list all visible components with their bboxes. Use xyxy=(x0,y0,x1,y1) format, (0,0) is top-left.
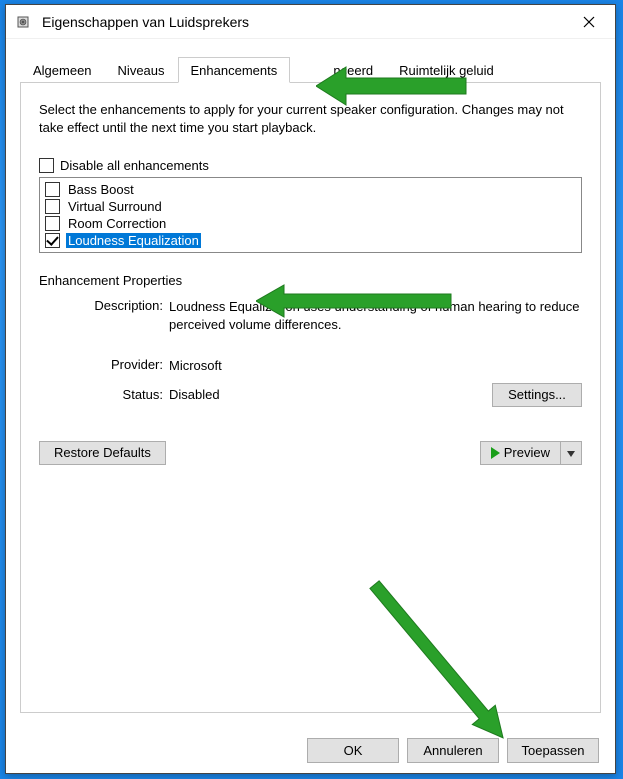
status-value: Disabled xyxy=(169,387,220,402)
list-item[interactable]: Bass Boost xyxy=(43,181,578,198)
provider-value: Microsoft xyxy=(169,357,582,375)
ok-button[interactable]: OK xyxy=(307,738,399,763)
close-icon xyxy=(583,16,595,28)
list-item[interactable]: Loudness Equalization xyxy=(43,232,578,249)
speaker-icon xyxy=(16,13,34,31)
disable-all-label: Disable all enhancements xyxy=(60,158,209,173)
tab-spatial[interactable]: Ruimtelijk geluid xyxy=(386,57,507,82)
intro-text: Select the enhancements to apply for you… xyxy=(39,101,582,136)
disable-all-row: Disable all enhancements xyxy=(39,158,582,173)
item-checkbox[interactable] xyxy=(45,182,60,197)
tab-general[interactable]: Algemeen xyxy=(20,57,105,82)
item-label: Loudness Equalization xyxy=(66,233,201,248)
restore-defaults-button[interactable]: Restore Defaults xyxy=(39,441,166,465)
window-title: Eigenschappen van Luidsprekers xyxy=(42,14,569,30)
preview-button[interactable]: Preview xyxy=(480,441,561,465)
description-value: Loudness Equalization uses understanding… xyxy=(169,298,582,333)
tab-panel-enhancements: Select the enhancements to apply for you… xyxy=(20,83,601,713)
status-row: Status: Disabled Settings... xyxy=(39,383,582,407)
content-area: Algemeen Niveaus Enhancements Gnceerd Ru… xyxy=(6,39,615,717)
tab-levels[interactable]: Niveaus xyxy=(105,57,178,82)
item-label: Bass Boost xyxy=(66,182,136,197)
item-label: Virtual Surround xyxy=(66,199,164,214)
tab-advanced[interactable]: Gnceerd xyxy=(310,57,386,82)
settings-button[interactable]: Settings... xyxy=(492,383,582,407)
disable-all-checkbox[interactable] xyxy=(39,158,54,173)
preview-split-button: Preview xyxy=(480,441,582,465)
restore-preview-row: Restore Defaults Preview xyxy=(39,441,582,465)
properties-heading: Enhancement Properties xyxy=(39,273,582,288)
list-item[interactable]: Virtual Surround xyxy=(43,198,578,215)
description-row: Description: Loudness Equalization uses … xyxy=(39,298,582,333)
dialog-button-bar: OK Annuleren Toepassen xyxy=(307,738,599,763)
item-checkbox[interactable] xyxy=(45,233,60,248)
item-checkbox[interactable] xyxy=(45,199,60,214)
provider-label: Provider: xyxy=(39,357,169,375)
tab-enhancements[interactable]: Enhancements xyxy=(178,57,291,83)
item-label: Room Correction xyxy=(66,216,168,231)
properties-window: Eigenschappen van Luidsprekers Algemeen … xyxy=(5,4,616,774)
enhancements-list[interactable]: Bass Boost Virtual Surround Room Correct… xyxy=(39,177,582,253)
apply-button[interactable]: Toepassen xyxy=(507,738,599,763)
list-item[interactable]: Room Correction xyxy=(43,215,578,232)
play-icon xyxy=(491,447,500,459)
close-button[interactable] xyxy=(569,7,609,37)
description-label: Description: xyxy=(39,298,169,333)
status-label: Status: xyxy=(39,387,169,402)
preview-label: Preview xyxy=(504,445,550,460)
titlebar: Eigenschappen van Luidsprekers xyxy=(6,5,615,39)
cancel-button[interactable]: Annuleren xyxy=(407,738,499,763)
tabstrip: Algemeen Niveaus Enhancements Gnceerd Ru… xyxy=(20,55,601,83)
preview-dropdown-button[interactable] xyxy=(561,441,582,465)
provider-row: Provider: Microsoft xyxy=(39,357,582,375)
chevron-down-icon xyxy=(567,451,575,457)
item-checkbox[interactable] xyxy=(45,216,60,231)
